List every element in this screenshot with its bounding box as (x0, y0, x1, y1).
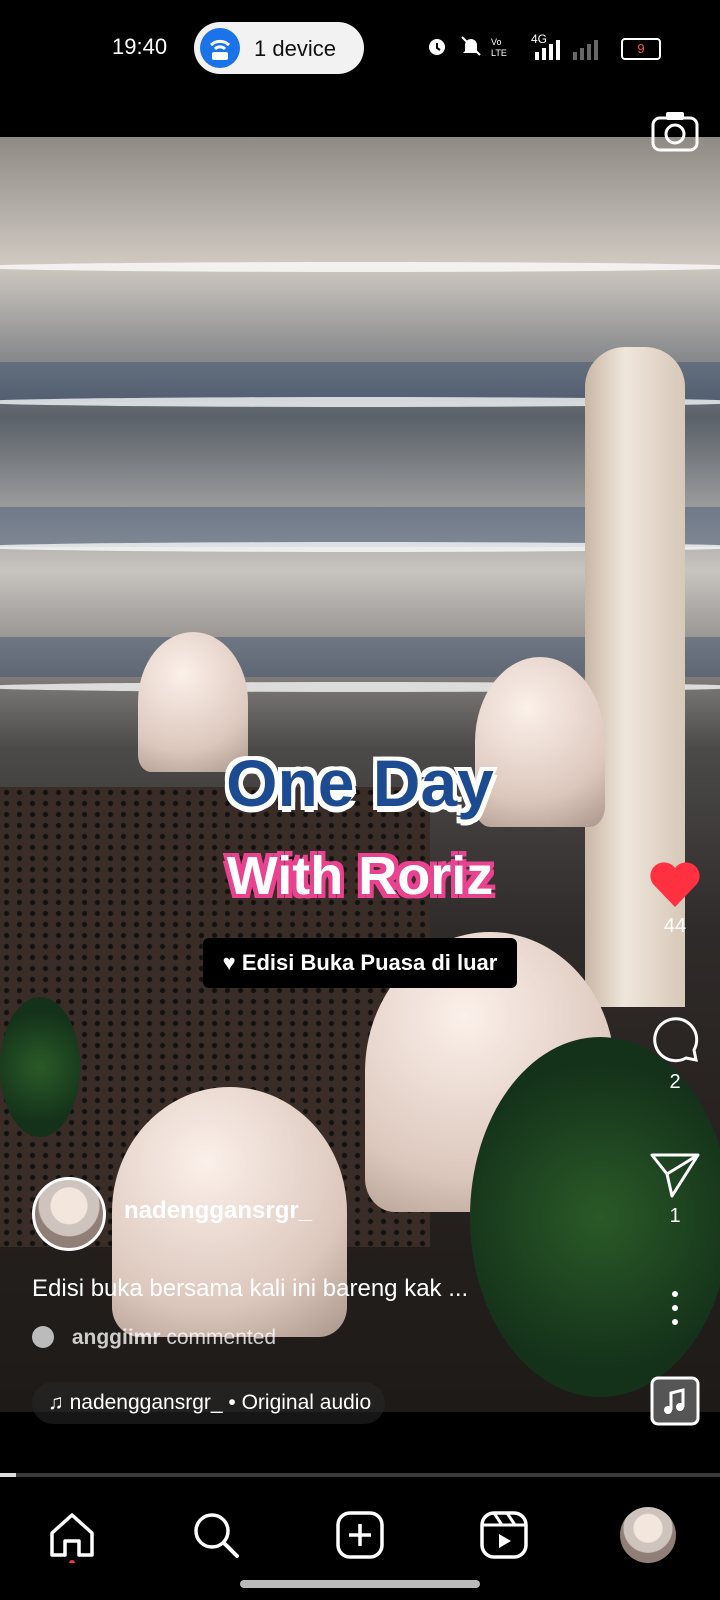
status-icons: Vo LTE 4G 9 (425, 30, 670, 66)
device-count-label: 1 device (254, 36, 336, 61)
nav-home[interactable] (44, 1507, 100, 1566)
volte-icon: VoLTE (491, 37, 507, 58)
author-avatar[interactable] (32, 1177, 106, 1251)
svg-text:Vo: Vo (491, 37, 502, 47)
svg-text:LTE: LTE (491, 48, 507, 58)
music-note-icon (650, 1376, 700, 1426)
more-options-button[interactable] (630, 1288, 720, 1333)
wifi-hotspot-icon (200, 28, 240, 68)
share-button[interactable]: 1 (630, 1150, 720, 1228)
heart-icon: ♥ (222, 950, 236, 975)
nav-create[interactable] (332, 1507, 388, 1563)
comment-preview[interactable]: anggiimr commented (32, 1326, 276, 1350)
status-time: 19:40 (112, 34, 168, 59)
like-button[interactable]: 44 (630, 860, 720, 938)
audio-label[interactable]: ♫ nadenggansrgr_ • Original audio (32, 1382, 386, 1424)
battery-icon: 9 (621, 38, 661, 60)
comment-icon (653, 1017, 699, 1063)
audio-text: nadenggansrgr_ • Original audio (69, 1391, 372, 1414)
create-icon (336, 1511, 384, 1559)
battery-level: 9 (637, 41, 645, 56)
share-icon (650, 1153, 700, 1198)
status-bar: 19:40 1 device Vo LTE 4G 9 (0, 0, 720, 96)
comment-button[interactable]: 2 (630, 1012, 720, 1094)
camera-icon (651, 112, 699, 152)
likes-count: 44 (663, 915, 687, 937)
comments-count: 2 (669, 1071, 681, 1093)
video-progress-fill (0, 1473, 16, 1477)
camera-button[interactable] (630, 108, 720, 159)
overlay-title-1: One Day (226, 746, 494, 820)
signal-icon (535, 40, 598, 60)
home-indicator[interactable] (240, 1580, 480, 1588)
nav-profile[interactable] (620, 1507, 676, 1563)
author-row: nadenggansrgr_ (32, 1177, 592, 1251)
post-caption[interactable]: Edisi buka bersama kali ini bareng kak .… (32, 1275, 468, 1303)
overlay-subtitle-text: Edisi Buka Puasa di luar (241, 950, 498, 975)
heart-icon (650, 862, 700, 907)
video-progress[interactable] (0, 1473, 720, 1477)
tree (0, 997, 80, 1137)
commenter-avatar (32, 1326, 54, 1348)
device-pill[interactable]: 1 device (194, 22, 364, 74)
search-icon (194, 1513, 239, 1558)
overlay-subtitle: ♥ Edisi Buka Puasa di luar (203, 938, 517, 988)
overlay-title-2: With Roriz (226, 846, 494, 906)
mall-balcony (0, 262, 720, 272)
reels-icon (480, 1511, 528, 1559)
more-icon (672, 1291, 678, 1325)
mute-icon (461, 36, 481, 56)
profile-avatar (620, 1507, 676, 1563)
audio-thumbnail-button[interactable] (630, 1376, 720, 1431)
commented-label: commented (166, 1326, 277, 1349)
alarm-icon (429, 39, 445, 55)
author-username[interactable]: nadenggansrgr_ (124, 1197, 312, 1225)
shares-count: 1 (669, 1205, 681, 1227)
nav-reels[interactable] (476, 1507, 532, 1563)
music-note-icon: ♫ (48, 1391, 64, 1414)
home-icon (50, 1513, 94, 1566)
commenter-name: anggiimr (71, 1326, 161, 1349)
nav-search[interactable] (188, 1507, 244, 1563)
